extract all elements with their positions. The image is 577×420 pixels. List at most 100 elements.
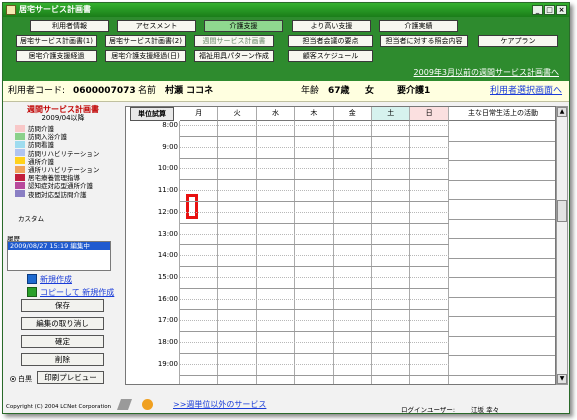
activity-row[interactable] [449, 218, 555, 220]
day-column[interactable] [295, 121, 334, 384]
day-header: 木 [295, 107, 334, 121]
time-label: 12:00 [157, 207, 178, 216]
nav-equipment-pattern[interactable]: 福祉用具パターン作成 [194, 50, 274, 62]
close-button[interactable]: × [556, 5, 567, 15]
half-hour-line [180, 320, 449, 322]
day-column[interactable] [410, 121, 449, 384]
activity-row[interactable] [449, 257, 555, 259]
nav-support-progress-day[interactable]: 居宅介護支援経過(日) [105, 50, 186, 62]
half-hour-line [180, 190, 449, 192]
nav-care-plan-2[interactable]: 居宅サービス計画書(2) [105, 35, 186, 47]
day-column[interactable] [180, 121, 219, 384]
activity-row[interactable] [449, 374, 555, 376]
half-hour-line [180, 298, 449, 300]
old-weekly-plan-link[interactable]: 2009年3月以前の週間サービス計画書へ [414, 67, 559, 78]
activity-row[interactable] [449, 238, 555, 239]
user-info-bar: 利用者コード: 0600007073 名前 村瀬 ココネ 年齢 67歳 女 要介… [3, 81, 569, 102]
copy-document-icon[interactable] [27, 287, 37, 297]
day-column[interactable] [372, 121, 411, 384]
unit-estimate-button[interactable]: 単位試算 [130, 107, 174, 121]
nav-customer-schedule[interactable]: 顧客スケジュール [288, 50, 373, 62]
day-header: 金 [333, 107, 372, 121]
history-list[interactable]: 2009/08/27 15:19 編集中 [7, 241, 111, 271]
half-hour-line [180, 342, 449, 343]
non-weekly-services-link[interactable]: >>週単位以外のサービス [173, 399, 266, 410]
radio-mono-dot[interactable] [10, 376, 16, 382]
legend-swatch [15, 190, 25, 198]
activity-row[interactable] [449, 160, 555, 161]
hour-line [180, 309, 449, 311]
nav-user-info[interactable]: 利用者情報 [30, 20, 109, 32]
scroll-down-arrow[interactable]: ▼ [557, 374, 567, 384]
hour-line [180, 135, 449, 137]
user-code: 0600007073 [73, 86, 136, 96]
activities-header: 主な日常生活上の活動 [449, 107, 555, 121]
confirm-button[interactable]: 確定 [21, 335, 104, 348]
user-code-label: 利用者コード: [8, 86, 66, 96]
left-panel: 週間サービス計画書 2009/04以降 訪問介護 訪問入浴介護 訪問看護 訪問リハビリ… [3, 102, 121, 402]
minimize-button[interactable]: _ [532, 5, 543, 15]
time-label: 13:00 [157, 229, 178, 238]
time-label: 19:00 [157, 359, 178, 368]
day-column[interactable] [257, 121, 296, 384]
copy-create-link[interactable]: コピーして 新規作成 [40, 287, 114, 298]
radio-mono-label: 白黒 [18, 375, 32, 383]
print-preview-button[interactable]: 印刷プレビュー [37, 371, 104, 384]
palette-icon[interactable] [142, 399, 153, 410]
app-window: 居宅サービス計画書 _ □ × 利用者情報 アセスメント 介護支援 より高い支援… [2, 2, 570, 414]
scroll-thumb[interactable] [557, 200, 567, 222]
time-label: 18:00 [157, 338, 178, 346]
cancel-edit-button[interactable]: 編集の取り消し [21, 317, 104, 330]
day-header: 月 [180, 107, 219, 121]
activity-row[interactable] [449, 355, 555, 356]
radio-mono[interactable]: 白黒 [10, 374, 32, 384]
save-button[interactable]: 保存 [21, 299, 104, 312]
time-label: 17:00 [157, 316, 178, 325]
pen-icon[interactable] [116, 399, 133, 410]
new-document-icon[interactable] [27, 274, 37, 284]
weekly-schedule-grid[interactable]: 単位試算 主な日常生活上の活動 月火水木金土日 8:00 9:00 10:00 11:0… [125, 106, 556, 385]
nav-care-plan[interactable]: ケアプラン [478, 35, 558, 47]
nav-higher-support[interactable]: より高い支援 [292, 20, 371, 32]
nav-meeting-points[interactable]: 担当者会議の要点 [288, 35, 373, 47]
day-header: 水 [256, 107, 296, 121]
time-label: 10:00 [157, 164, 178, 173]
nav-inquiry[interactable]: 担当者に対する照会内容 [380, 35, 468, 47]
day-column[interactable] [218, 121, 257, 384]
activity-row[interactable] [449, 316, 555, 317]
nav-support-progress[interactable]: 居宅介護支援経過 [16, 50, 97, 62]
nav-care-support[interactable]: 介護支援 [204, 20, 283, 32]
time-label: 16:00 [157, 294, 178, 303]
history-item[interactable]: 2009/08/27 15:19 編集中 [8, 242, 110, 250]
legend-swatch [15, 132, 25, 140]
user-select-link[interactable]: 利用者選択画面へ [490, 81, 562, 102]
half-hour-line [180, 146, 449, 148]
activity-row[interactable] [449, 179, 555, 181]
time-label: 9:00 [162, 142, 178, 151]
activity-row[interactable] [449, 277, 555, 278]
nav-weekly-plan[interactable]: 週間サービス計画書 [194, 35, 274, 47]
legend-swatch [15, 157, 25, 165]
activity-row[interactable] [449, 335, 555, 337]
nav-assessment[interactable]: アセスメント [117, 20, 196, 32]
half-hour-line [180, 168, 449, 170]
activity-row[interactable] [449, 296, 555, 298]
hour-line [180, 222, 449, 224]
nav-care-record[interactable]: 介護実績 [379, 20, 458, 32]
activity-row[interactable] [449, 199, 555, 200]
app-icon [6, 5, 16, 15]
custom-label: カスタム [18, 215, 44, 223]
legend-item: 夜間対応型訪問介護 [15, 190, 99, 199]
day-column[interactable] [334, 121, 372, 384]
delete-button[interactable]: 削除 [21, 353, 104, 366]
activity-row[interactable] [449, 140, 555, 142]
half-hour-line [180, 125, 449, 126]
hour-line [180, 266, 449, 268]
nav-care-plan-1[interactable]: 居宅サービス計画書(1) [16, 35, 97, 47]
new-create-link[interactable]: 新規作成 [40, 274, 72, 285]
scroll-up-arrow[interactable]: ▲ [557, 107, 567, 117]
nav-panel: 利用者情報 アセスメント 介護支援 より高い支援 介護実績 居宅サービス計画書(… [3, 17, 569, 81]
plan-title: 週間サービス計画書 2009/04以降 [15, 105, 111, 123]
maximize-button[interactable]: □ [544, 5, 555, 15]
vertical-scrollbar[interactable]: ▲ ▼ [556, 106, 568, 385]
